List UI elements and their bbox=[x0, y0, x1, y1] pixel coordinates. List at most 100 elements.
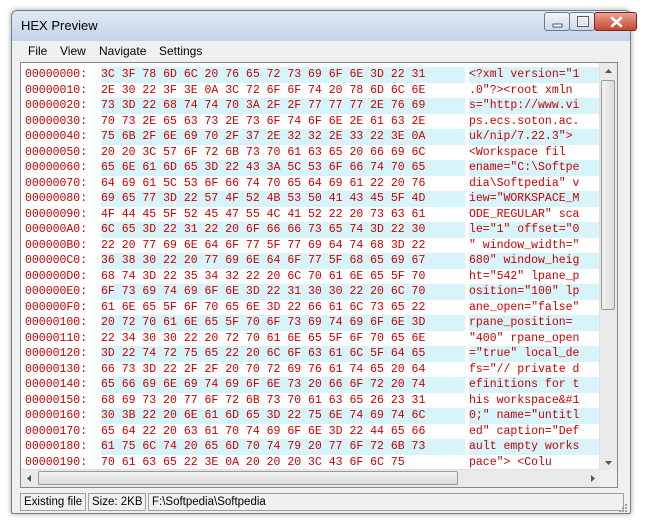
hex-row: 00000110: 22 34 30 30 22 20 72 70 61 6E 6… bbox=[21, 331, 607, 347]
hex-view[interactable]: 00000000: 3C 3F 78 6D 6C 20 76 65 72 73 6… bbox=[20, 62, 618, 488]
row-bytes: 3D 22 74 72 75 65 22 20 6C 6F 63 61 6C 5… bbox=[101, 346, 465, 362]
menu-bar: File View Navigate Settings bbox=[12, 41, 630, 62]
row-ascii: le="1" offset="0 bbox=[469, 222, 601, 238]
row-offset: 00000150: bbox=[25, 393, 88, 407]
row-offset: 000000E0: bbox=[25, 285, 88, 298]
hex-row: 000000C0: 36 38 30 22 20 77 69 6E 64 6F 7… bbox=[21, 253, 607, 269]
row-bytes: 70 61 63 65 22 3E 0A 20 20 20 3C 43 6F 6… bbox=[101, 455, 405, 469]
row-offset: 00000120: bbox=[25, 347, 88, 360]
row-offset: 00000050: bbox=[25, 145, 88, 159]
row-bytes: 6F 73 69 74 69 6F 6E 3D 22 31 30 30 22 2… bbox=[101, 284, 465, 300]
menu-navigate[interactable]: Navigate bbox=[99, 44, 146, 58]
maximize-icon bbox=[577, 16, 589, 27]
close-button[interactable] bbox=[594, 12, 637, 31]
row-bytes: 66 73 3D 22 2F 2F 20 70 72 69 76 61 74 6… bbox=[101, 362, 426, 376]
row-bytes: 75 6B 2F 6E 69 70 2F 37 2E 32 32 2E 33 2… bbox=[101, 129, 465, 145]
hex-row: 00000050: 20 20 3C 57 6F 72 6B 73 70 61 6… bbox=[21, 145, 607, 161]
vertical-scrollbar[interactable] bbox=[599, 63, 617, 471]
hex-row: 000000B0: 22 20 77 69 6E 64 6F 77 5F 77 6… bbox=[21, 238, 607, 254]
row-ascii: s="http://www.vi bbox=[469, 98, 601, 114]
row-offset: 00000080: bbox=[25, 192, 88, 205]
row-bytes: 30 3B 22 20 6E 61 6D 65 3D 22 75 6E 74 6… bbox=[101, 408, 465, 424]
row-bytes: 4F 44 45 5F 52 45 47 55 4C 41 52 22 20 7… bbox=[101, 207, 426, 221]
row-offset: 00000040: bbox=[25, 130, 88, 143]
title-bar[interactable]: HEX Preview bbox=[12, 11, 637, 41]
hex-rows: 00000000: 3C 3F 78 6D 6C 20 76 65 72 73 6… bbox=[21, 67, 607, 486]
row-ascii: ="true" local_de bbox=[469, 346, 601, 362]
hex-row: 00000040: 75 6B 2F 6E 69 70 2F 37 2E 32 3… bbox=[21, 129, 607, 145]
row-offset: 00000030: bbox=[25, 114, 88, 128]
row-ascii: "400" rpane_open bbox=[469, 331, 580, 345]
row-ascii: ane_open="false" bbox=[469, 300, 580, 314]
row-ascii: osition="100" lp bbox=[469, 284, 601, 300]
row-offset: 000000F0: bbox=[25, 300, 88, 314]
row-offset: 00000100: bbox=[25, 316, 88, 329]
minimize-button[interactable] bbox=[544, 12, 570, 31]
resize-grip-icon[interactable] bbox=[616, 501, 628, 513]
row-bytes: 22 20 77 69 6E 64 6F 77 5F 77 69 64 74 6… bbox=[101, 238, 426, 252]
horizontal-scroll-thumb[interactable] bbox=[38, 471, 458, 485]
row-offset: 00000000: bbox=[25, 68, 88, 81]
row-offset: 00000010: bbox=[25, 83, 88, 97]
row-offset: 00000110: bbox=[25, 331, 88, 345]
status-file-mode: Existing file bbox=[20, 493, 86, 511]
status-file-path: F:\Softpedia\Softpedia bbox=[148, 493, 624, 511]
row-bytes: 65 66 69 6E 69 74 69 6F 6E 73 20 66 6F 7… bbox=[101, 377, 465, 393]
row-ascii: pace"> <Colu bbox=[469, 455, 552, 469]
menu-view[interactable]: View bbox=[60, 44, 86, 58]
hex-row: 00000080: 69 65 77 3D 22 57 4F 52 4B 53 5… bbox=[21, 191, 607, 207]
row-bytes: 64 69 61 5C 53 6F 66 74 70 65 64 69 61 2… bbox=[101, 176, 426, 190]
row-ascii: rpane_position= bbox=[469, 315, 601, 331]
horizontal-scrollbar[interactable] bbox=[21, 469, 601, 487]
row-ascii: " window_width=" bbox=[469, 238, 580, 252]
row-ascii: ault empty works bbox=[469, 439, 601, 455]
row-ascii: 680" window_heig bbox=[469, 253, 601, 269]
row-offset: 00000020: bbox=[25, 99, 88, 112]
window-title: HEX Preview bbox=[21, 18, 98, 33]
hex-preview-window: HEX Preview File View Navigate Settings … bbox=[11, 10, 637, 514]
row-bytes: 68 74 3D 22 35 34 32 22 20 6C 70 61 6E 6… bbox=[101, 269, 426, 283]
hex-row: 00000170: 65 64 22 20 63 61 70 74 69 6F 6… bbox=[21, 424, 607, 440]
row-bytes: 22 34 30 30 22 20 72 70 61 6E 65 5F 6F 7… bbox=[101, 331, 426, 345]
status-file-size: Size: 2KB bbox=[88, 493, 146, 511]
row-offset: 00000170: bbox=[25, 424, 88, 438]
arrow-left-icon bbox=[27, 475, 31, 482]
row-ascii: his workspace&#1 bbox=[469, 393, 580, 407]
scroll-down-button[interactable] bbox=[600, 454, 617, 471]
hex-row: 00000070: 64 69 61 5C 53 6F 66 74 70 65 6… bbox=[21, 176, 607, 192]
row-offset: 000000D0: bbox=[25, 269, 88, 283]
menu-settings[interactable]: Settings bbox=[159, 44, 202, 58]
scroll-right-button[interactable] bbox=[584, 470, 601, 487]
row-ascii: fs="// private d bbox=[469, 362, 580, 376]
row-offset: 00000070: bbox=[25, 176, 88, 190]
row-bytes: 20 20 3C 57 6F 72 6B 73 70 61 63 65 20 6… bbox=[101, 145, 426, 159]
hex-row: 00000160: 30 3B 22 20 6E 61 6D 65 3D 22 7… bbox=[21, 408, 607, 424]
row-ascii: ps.ecs.soton.ac. bbox=[469, 114, 580, 128]
row-bytes: 65 64 22 20 63 61 70 74 69 6F 6E 3D 22 4… bbox=[101, 424, 426, 438]
hex-row: 00000130: 66 73 3D 22 2F 2F 20 70 72 69 7… bbox=[21, 362, 607, 378]
hex-row: 00000060: 65 6E 61 6D 65 3D 22 43 3A 5C 5… bbox=[21, 160, 607, 176]
hex-row: 00000100: 20 72 70 61 6E 65 5F 70 6F 73 6… bbox=[21, 315, 607, 331]
hex-row: 000000F0: 61 6E 65 5F 6F 70 65 6E 3D 22 6… bbox=[21, 300, 607, 316]
row-bytes: 69 65 77 3D 22 57 4F 52 4B 53 50 41 43 4… bbox=[101, 191, 465, 207]
hex-row: 00000010: 2E 30 22 3F 3E 0A 3C 72 6F 6F 7… bbox=[21, 83, 607, 99]
minimize-icon bbox=[552, 23, 563, 28]
maximize-button[interactable] bbox=[569, 12, 595, 31]
row-ascii: <Workspace fil bbox=[469, 145, 566, 159]
row-bytes: 68 69 73 20 77 6F 72 6B 73 70 61 63 65 2… bbox=[101, 393, 426, 407]
menu-file[interactable]: File bbox=[28, 44, 47, 58]
row-offset: 000000A0: bbox=[25, 223, 88, 236]
row-ascii: <?xml version="1 bbox=[469, 67, 601, 83]
scroll-up-button[interactable] bbox=[600, 63, 617, 80]
hex-row: 000000A0: 6C 65 3D 22 31 22 20 6F 66 66 7… bbox=[21, 222, 607, 238]
scroll-left-button[interactable] bbox=[21, 470, 38, 487]
row-offset: 00000190: bbox=[25, 455, 88, 469]
vertical-scroll-thumb[interactable] bbox=[601, 80, 615, 310]
hex-row: 00000140: 65 66 69 6E 69 74 69 6F 6E 73 2… bbox=[21, 377, 607, 393]
row-ascii: .0"?><root xmln bbox=[469, 83, 573, 97]
row-bytes: 61 75 6C 74 20 65 6D 70 74 79 20 77 6F 7… bbox=[101, 439, 465, 455]
row-offset: 00000160: bbox=[25, 409, 88, 422]
hex-row: 000000E0: 6F 73 69 74 69 6F 6E 3D 22 31 3… bbox=[21, 284, 607, 300]
scrollbar-corner bbox=[600, 470, 617, 487]
row-bytes: 61 6E 65 5F 6F 70 65 6E 3D 22 66 61 6C 7… bbox=[101, 300, 426, 314]
